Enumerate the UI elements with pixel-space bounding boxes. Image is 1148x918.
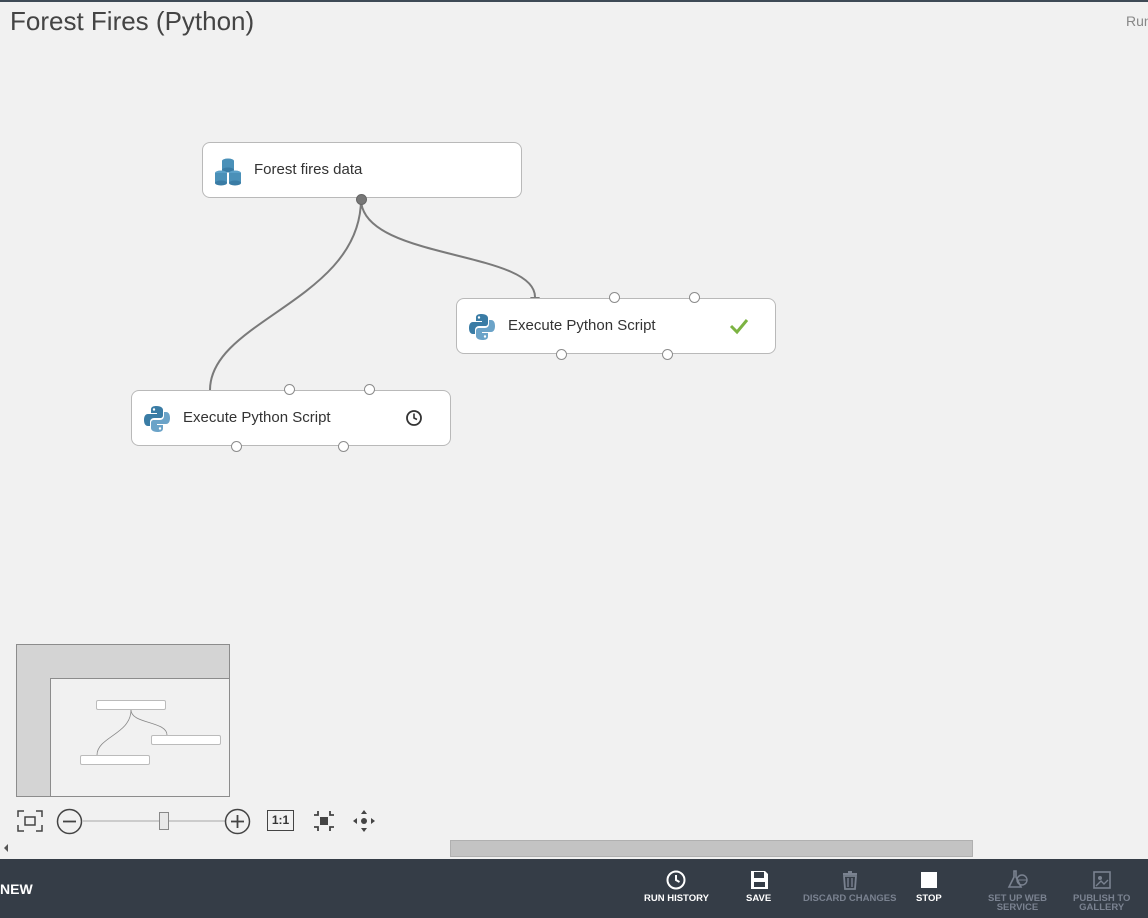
run-history-label: RUN HISTORY (644, 893, 709, 904)
zoom-in-icon[interactable] (224, 808, 251, 835)
actual-size-button[interactable]: 1:1 (267, 810, 294, 831)
input-port-2[interactable] (609, 292, 620, 303)
publish-to-gallery-button[interactable]: PUBLISH TO GALLERY (1073, 869, 1130, 912)
python-icon (469, 314, 495, 340)
connector-to-left-script (209, 198, 362, 391)
trash-icon (842, 871, 857, 890)
save-button[interactable]: SAVE (746, 869, 771, 903)
input-port-3[interactable] (364, 384, 375, 395)
web-service-label-line2: SERVICE (996, 902, 1039, 913)
connector-to-right-script (360, 198, 536, 298)
python-icon (144, 406, 170, 432)
discard-changes-label: DISCARD CHANGES (803, 893, 897, 904)
input-port-2[interactable] (284, 384, 295, 395)
zoom-to-fit-icon[interactable] (312, 809, 336, 833)
new-button[interactable]: NEW (0, 881, 33, 897)
dataset-icon (215, 158, 241, 186)
python-script-label-right: Execute Python Script (508, 317, 656, 334)
checkmark-icon (729, 319, 749, 335)
clock-icon (666, 870, 686, 890)
zoom-out-icon[interactable] (56, 808, 83, 835)
dataset-node[interactable]: Forest fires data (202, 142, 522, 198)
minimap[interactable] (16, 644, 230, 797)
stop-icon (920, 872, 937, 888)
dataset-node-label: Forest fires data (254, 161, 363, 178)
python-script-node-right[interactable]: Execute Python Script (456, 298, 776, 354)
horizontal-scrollbar-thumb[interactable] (450, 840, 973, 857)
clock-icon (406, 410, 422, 426)
output-port-1[interactable] (231, 441, 242, 452)
stop-label: STOP (916, 893, 942, 904)
output-port-2[interactable] (338, 441, 349, 452)
python-script-node-left[interactable]: Execute Python Script (131, 390, 451, 446)
output-port-1[interactable] (556, 349, 567, 360)
set-up-web-service-button[interactable]: SET UP WEB SERVICE (988, 869, 1047, 912)
scroll-left-arrow-icon[interactable] (4, 844, 8, 852)
zoom-slider-thumb[interactable] (159, 812, 169, 830)
fit-to-screen-icon[interactable] (16, 809, 44, 833)
minimap-viewport[interactable] (50, 678, 229, 796)
publish-label-line2: GALLERY (1079, 902, 1125, 913)
python-script-label-left: Execute Python Script (183, 409, 331, 426)
zoom-slider-track[interactable] (82, 820, 225, 822)
pan-icon[interactable] (352, 809, 376, 833)
minimap-connectors (96, 709, 168, 756)
save-label: SAVE (746, 893, 772, 904)
output-port-2[interactable] (662, 349, 673, 360)
bottom-toolbar: NEW RUN HISTORY SAVE DISCARD CHANGES STO… (0, 859, 1148, 918)
input-port-3[interactable] (689, 292, 700, 303)
discard-changes-button[interactable]: DISCARD CHANGES (803, 869, 896, 903)
dataset-output-port[interactable] (356, 194, 367, 205)
save-icon (750, 871, 768, 889)
stop-button[interactable]: STOP (916, 869, 942, 903)
run-history-button[interactable]: RUN HISTORY (644, 869, 709, 903)
gallery-icon (1092, 871, 1111, 889)
web-service-icon (1008, 870, 1029, 888)
